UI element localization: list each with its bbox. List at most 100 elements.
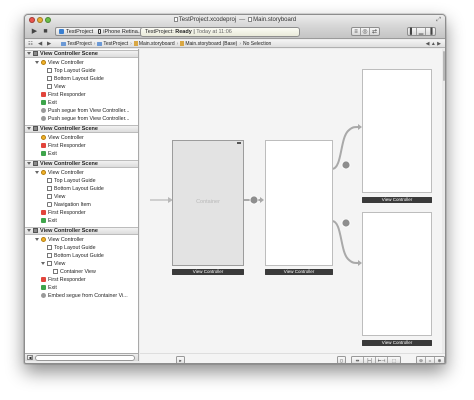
debug-area-toggle-icon[interactable]: ▁: [417, 28, 426, 35]
forward-icon[interactable]: ▶: [47, 40, 51, 48]
back-icon[interactable]: ◀: [38, 40, 42, 48]
outline-item[interactable]: Exit: [35, 217, 57, 225]
outline-item[interactable]: Bottom Layout Guide: [41, 252, 104, 260]
view-icon: [47, 84, 52, 89]
outline-item[interactable]: View Controller: [35, 59, 84, 67]
outline-item[interactable]: First Responder: [35, 142, 86, 150]
outline-item-label: Exit: [48, 218, 57, 224]
segue-icon: [41, 108, 46, 113]
scene-dock-3[interactable]: View Controller: [362, 197, 432, 203]
standard-editor-icon[interactable]: ≡: [352, 28, 361, 35]
related-items-icon[interactable]: ☷: [28, 40, 33, 48]
hide-outline-button[interactable]: ◀: [27, 355, 33, 360]
outline-item[interactable]: Bottom Layout Guide: [41, 75, 104, 83]
outline-item[interactable]: View: [41, 260, 65, 268]
push-segue-top-icon[interactable]: [341, 160, 351, 170]
outline-item[interactable]: View Controller: [35, 134, 84, 142]
resolve-issues-icon[interactable]: ⊢⊣: [376, 357, 388, 363]
top-view-controller[interactable]: [362, 69, 432, 193]
breadcrumb-selection[interactable]: No Selection: [243, 41, 271, 47]
version-editor-icon[interactable]: ⇄: [370, 28, 379, 35]
outline-item[interactable]: Bottom Layout Guide: [41, 185, 104, 193]
outline-item[interactable]: Top Layout Guide: [41, 67, 96, 75]
outline-item[interactable]: View: [41, 83, 65, 91]
breadcrumb-group[interactable]: TestProject: [97, 41, 128, 47]
breadcrumb-storyboard-base[interactable]: Main.storyboard (Base): [180, 41, 237, 47]
outline-item[interactable]: Top Layout Guide: [41, 244, 96, 252]
outline-filter-field[interactable]: [35, 355, 135, 361]
stop-button[interactable]: ■: [41, 27, 50, 36]
exit-icon: [41, 151, 46, 156]
align-icon[interactable]: ⇹: [352, 357, 364, 363]
run-button[interactable]: ▶: [30, 27, 39, 36]
storyboard-canvas[interactable]: Container View Controller View Controlle…: [140, 49, 445, 353]
scene-dock-1[interactable]: View Controller: [172, 269, 244, 275]
outline-item[interactable]: Push segue from View Controller...: [35, 115, 129, 123]
utilities-toggle-icon[interactable]: ▐: [426, 28, 435, 35]
view-controller-icon: [41, 60, 46, 65]
outline-item-label: View Controller: [48, 60, 84, 66]
navigation-view-controller[interactable]: [265, 140, 333, 266]
embed-segue-icon[interactable]: [249, 195, 259, 205]
scene-header[interactable]: View Controller Scene: [25, 227, 138, 235]
scheme-selector[interactable]: TestProject iPhone Retina...: [55, 27, 143, 36]
outline-item[interactable]: First Responder: [35, 91, 86, 99]
disclosure-triangle-icon[interactable]: [41, 261, 45, 265]
view-icon: [47, 194, 52, 199]
disclosure-triangle-icon[interactable]: [27, 51, 31, 55]
disclosure-triangle-icon[interactable]: [27, 161, 31, 165]
scene-header-label: View Controller Scene: [40, 126, 98, 132]
breadcrumb: TestProject › TestProject › Main.storyboard ›…: [61, 40, 273, 48]
zoom-group: ⊖ = ⊕: [416, 356, 445, 363]
storyboard-file-icon: [248, 16, 253, 22]
outline-item-label: Bottom Layout Guide: [54, 253, 104, 259]
disclosure-triangle-icon[interactable]: [35, 237, 39, 241]
breadcrumb-storyboard[interactable]: Main.storyboard: [133, 41, 175, 47]
battery-icon: [237, 142, 241, 144]
zoom-fit-icon[interactable]: =: [426, 357, 435, 363]
outline-item[interactable]: View: [41, 193, 65, 201]
push-segue-bottom-icon[interactable]: [341, 218, 351, 228]
disclosure-triangle-icon[interactable]: [27, 126, 31, 130]
assistant-editor-icon[interactable]: ◎: [361, 28, 370, 35]
outline-item[interactable]: Push segue from View Controller...: [35, 107, 129, 115]
scene-icon: [33, 126, 38, 131]
resizing-behavior-icon[interactable]: ⬚: [388, 357, 400, 363]
outline-item[interactable]: Navigation Item: [41, 201, 91, 209]
device-form-icon[interactable]: ▯: [337, 356, 346, 363]
canvas-scrollbar[interactable]: [442, 49, 445, 353]
outline-item[interactable]: Exit: [35, 150, 57, 158]
outline-item-label: First Responder: [48, 277, 86, 283]
outline-item[interactable]: Top Layout Guide: [41, 177, 96, 185]
exit-icon: [41, 100, 46, 105]
navigator-toggle-icon[interactable]: ▌: [408, 28, 417, 35]
disclosure-triangle-icon[interactable]: [27, 228, 31, 232]
scene-dock-4[interactable]: View Controller: [362, 340, 432, 346]
outline-item[interactable]: First Responder: [35, 276, 86, 284]
project-file-name: TestProject.xcodeproj: [178, 16, 237, 23]
outline-item[interactable]: Exit: [35, 99, 57, 107]
zoom-in-icon[interactable]: ⊕: [435, 357, 444, 363]
outline-item[interactable]: View Controller: [35, 169, 84, 177]
zoom-out-icon[interactable]: ⊖: [417, 357, 426, 363]
warning-nav-icons[interactable]: ◀ ▲ ▶: [426, 40, 441, 48]
disclosure-triangle-icon[interactable]: [35, 60, 39, 64]
outline-item[interactable]: View Controller: [35, 236, 84, 244]
outline-item-label: Bottom Layout Guide: [54, 76, 104, 82]
fullscreen-icon[interactable]: ⤢: [436, 17, 441, 24]
outline-item[interactable]: First Responder: [35, 209, 86, 217]
scene-header[interactable]: View Controller Scene: [25, 125, 138, 133]
disclosure-triangle-icon[interactable]: [35, 170, 39, 174]
scene-dock-2[interactable]: View Controller: [265, 269, 333, 275]
outline-item[interactable]: Exit: [35, 284, 57, 292]
breadcrumb-project[interactable]: TestProject: [61, 41, 92, 47]
scene-header[interactable]: View Controller Scene: [25, 160, 138, 168]
scene-header[interactable]: View Controller Scene: [25, 50, 138, 58]
show-outline-icon[interactable]: ▸: [176, 356, 185, 363]
container-view-controller[interactable]: Container: [172, 140, 244, 266]
canvas-scroll-thumb[interactable]: [442, 51, 445, 81]
pin-icon[interactable]: ├┤: [364, 357, 376, 363]
outline-item[interactable]: Embed segue from Container Vi...: [35, 292, 128, 300]
outline-item[interactable]: Container View: [47, 268, 96, 276]
bottom-view-controller[interactable]: [362, 212, 432, 336]
